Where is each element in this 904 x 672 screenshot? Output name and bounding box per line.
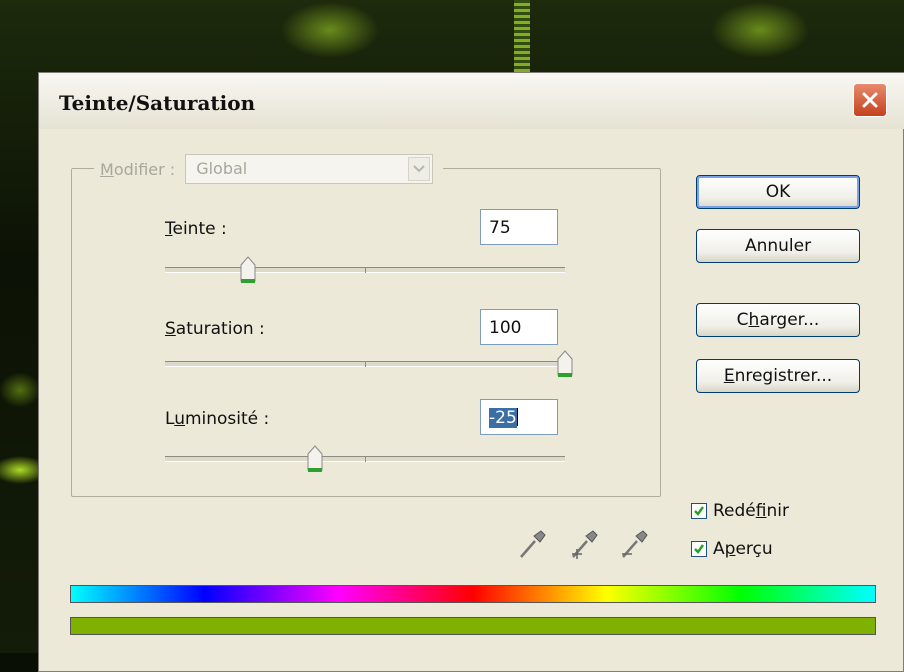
load-button[interactable]: Charger... (696, 303, 860, 337)
luminosite-label: Luminosité : (165, 409, 270, 429)
teinte-center-tick (365, 267, 366, 273)
redefinir-label: Redéfinir (713, 501, 789, 521)
check-icon[interactable] (691, 503, 707, 519)
saturation-label: Saturation : (165, 319, 265, 339)
saturation-slider-thumb[interactable] (555, 349, 575, 379)
teinte-input[interactable]: 75 (480, 209, 558, 245)
saturation-value: 100 (489, 318, 522, 338)
background-tower (514, 0, 530, 72)
eyedropper-minus-icon[interactable] (617, 527, 651, 563)
saturation-center-tick (365, 361, 366, 367)
dialog-title: Teinte/Saturation (59, 91, 256, 115)
saturation-input[interactable]: 100 (480, 309, 558, 345)
modifier-dropdown[interactable]: Global (185, 154, 434, 184)
luminosite-slider-thumb[interactable] (305, 444, 325, 474)
text-caret (516, 408, 518, 426)
redefinir-checkbox[interactable]: Redéfinir (691, 501, 789, 521)
luminosite-input[interactable]: -25 (480, 399, 558, 435)
check-icon[interactable] (691, 541, 707, 557)
eyedropper-icon[interactable] (515, 527, 549, 563)
teinte-label: Teinte : (165, 219, 227, 239)
modifier-label: Modifier : (100, 159, 176, 179)
title-bar: Teinte/Saturation (39, 73, 904, 129)
modifier-row: Modifier : Global (94, 154, 444, 184)
cancel-button[interactable]: Annuler (696, 229, 860, 263)
modifier-value: Global (196, 159, 248, 178)
hue-saturation-dialog: Teinte/Saturation Modifier : Global Tein… (38, 72, 904, 672)
ok-button[interactable]: OK (696, 175, 860, 209)
modifier-label-rest: odifier : (113, 159, 176, 179)
chevron-down-icon[interactable] (408, 157, 431, 181)
luminosite-value: -25 (489, 408, 517, 428)
close-icon (862, 92, 878, 108)
close-button[interactable] (853, 83, 887, 117)
apercu-checkbox[interactable]: Aperçu (691, 539, 773, 559)
teinte-slider-thumb[interactable] (238, 255, 258, 285)
apercu-label: Aperçu (713, 539, 773, 559)
save-button[interactable]: Enregistrer... (696, 359, 860, 393)
teinte-value: 75 (489, 218, 511, 238)
hue-result-bar (70, 617, 876, 635)
hue-spectrum-bar (70, 585, 876, 603)
adjustment-group: Modifier : Global (71, 154, 661, 497)
eyedropper-plus-icon[interactable] (567, 527, 601, 563)
luminosite-center-tick (365, 456, 366, 462)
